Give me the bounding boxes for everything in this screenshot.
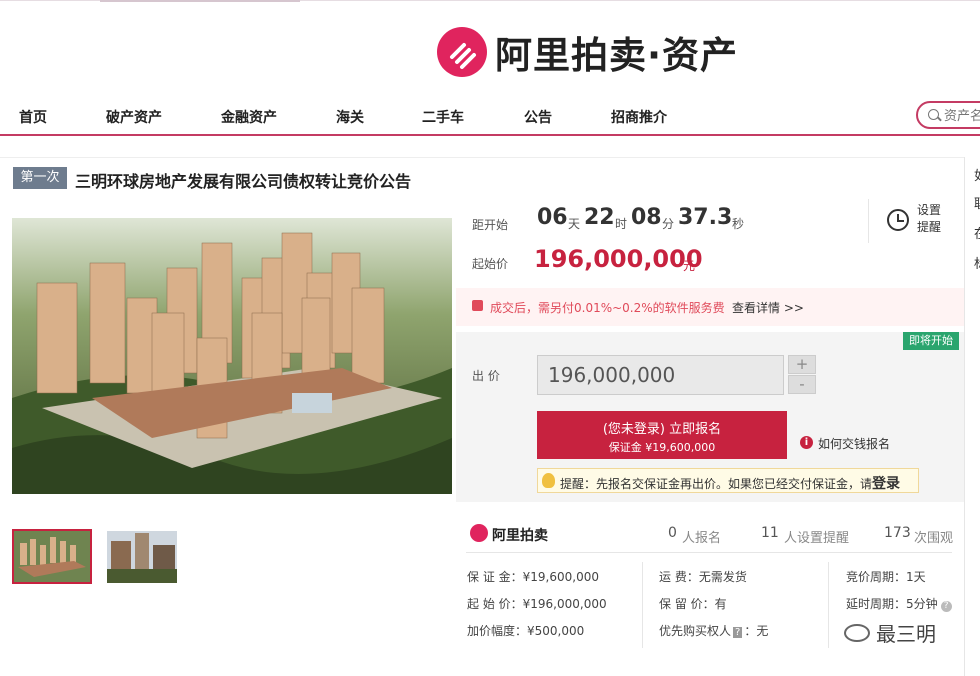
thumbnail-1[interactable] xyxy=(12,529,92,584)
priority-value: ：无 xyxy=(744,624,769,638)
alipai-logo-icon xyxy=(470,524,488,542)
countdown-minutes: 08 xyxy=(631,205,662,230)
deposit-label: 保证金 ¥19,600,000 xyxy=(608,441,716,454)
search-box[interactable] xyxy=(916,101,980,129)
countdown-days-unit: 天 xyxy=(568,217,581,231)
lightbulb-icon xyxy=(542,473,555,488)
countdown-hours: 22 xyxy=(584,205,615,230)
reminder-label: 设置提醒 xyxy=(917,203,942,234)
fee-notice: 成交后，需另付0.01%~0.2%的软件服务费 xyxy=(490,301,725,315)
search-icon xyxy=(928,109,939,120)
side-text: 在 xyxy=(974,223,980,242)
top-line xyxy=(0,0,980,2)
side-text: 如 xyxy=(974,165,980,184)
nav-customs[interactable]: 海关 xyxy=(336,107,364,127)
side-text: 标 xyxy=(974,253,980,272)
help-icon[interactable]: ? xyxy=(940,601,952,612)
countdown-seconds-unit: 秒 xyxy=(732,217,745,231)
signup-count: 0 xyxy=(668,525,677,541)
nav-financial[interactable]: 金融资产 xyxy=(221,107,277,127)
alipai-brand: 阿里拍卖 xyxy=(492,528,548,544)
status-badge: 即将开始 xyxy=(903,332,959,350)
login-link[interactable]: 登录 xyxy=(872,476,900,492)
right-sidebar: 如 联 在 标 xyxy=(964,157,980,676)
nav-home[interactable]: 首页 xyxy=(19,107,47,127)
round-badge: 第一次 xyxy=(13,167,67,189)
wechat-icon xyxy=(844,623,870,642)
column-divider xyxy=(642,562,643,648)
detail-priority: 优先购买权人? ：无 xyxy=(659,622,768,639)
countdown-minutes-unit: 分 xyxy=(662,217,675,231)
stats-divider xyxy=(466,552,952,553)
countdown-seconds: 37.3 xyxy=(678,205,733,230)
priority-label: 优先购买权人 xyxy=(659,624,732,638)
countdown-days: 06 xyxy=(537,205,568,230)
detail-increment: 加价幅度：¥500,000 xyxy=(467,624,585,638)
watermark: 最三明 xyxy=(844,618,936,647)
search-input[interactable] xyxy=(944,107,980,125)
increase-button[interactable]: + xyxy=(788,355,816,374)
watermark-text: 最三明 xyxy=(876,622,936,646)
detail-cycle: 竞价周期：1天 xyxy=(846,570,926,584)
detail-extension: 延时周期：5分钟? xyxy=(846,595,952,612)
detail-deposit: 保 证 金：¥19,600,000 xyxy=(467,570,599,584)
alarm-clock-icon xyxy=(887,209,909,231)
how-to-pay-link[interactable]: 如何交钱报名 xyxy=(818,435,890,452)
detail-shipping: 运 费：无需发货 xyxy=(659,570,747,584)
bid-label: 出 价 xyxy=(472,369,500,383)
signup-button[interactable]: (您未登录) 立即报名 保证金 ¥19,600,000 xyxy=(537,411,787,459)
tip-text: 提醒：先报名交保证金再出价。如果您已经交付保证金，请 xyxy=(560,477,873,491)
info-icon: i xyxy=(800,436,813,449)
side-text: 联 xyxy=(974,193,980,212)
start-price: 196,000,000 xyxy=(534,245,703,273)
signup-count-label: 人报名 xyxy=(682,531,722,546)
priority-help-icon[interactable]: ? xyxy=(733,627,743,638)
price-unit: 元 xyxy=(683,259,696,273)
fee-notice-bar: 成交后，需另付0.01%~0.2%的软件服务费 查看详情 >> xyxy=(456,288,964,326)
brand-name: 阿里拍卖·资产 xyxy=(495,34,739,77)
decrease-button[interactable]: - xyxy=(788,375,816,394)
property-main-image[interactable] xyxy=(12,218,452,494)
nav-notices[interactable]: 公告 xyxy=(524,107,552,127)
nav-investment[interactable]: 招商推介 xyxy=(611,107,667,127)
reminder-count: 11 xyxy=(761,525,779,541)
nav-bankruptcy[interactable]: 破产资产 xyxy=(106,107,162,127)
auction-title: 三明环球房地产发展有限公司债权转让竞价公告 xyxy=(75,172,412,191)
site-logo[interactable]: 阿里拍卖·资产 xyxy=(437,26,738,78)
countdown-hours-unit: 时 xyxy=(615,217,628,231)
thumbnail-2[interactable] xyxy=(107,531,177,583)
nav-used-cars[interactable]: 二手车 xyxy=(422,107,464,127)
bid-input[interactable] xyxy=(537,355,784,395)
login-tip: 提醒：先报名交保证金再出价。如果您已经交付保证金，请登录 xyxy=(537,468,919,493)
gavel-logo-icon xyxy=(437,27,487,77)
extension-text: 延时周期：5分钟 xyxy=(846,597,938,611)
gift-icon xyxy=(472,300,483,311)
countdown-label: 距开始 xyxy=(472,218,509,232)
detail-start-price: 起 始 价：¥196,000,000 xyxy=(467,597,607,611)
reminder-count-label: 人设置提醒 xyxy=(784,531,850,546)
start-price-label: 起始价 xyxy=(472,257,509,271)
set-reminder[interactable]: 设置提醒 xyxy=(868,199,948,243)
fee-details-link[interactable]: 查看详情 >> xyxy=(732,299,804,316)
signup-label: (您未登录) 立即报名 xyxy=(602,422,722,437)
main-nav: 首页 破产资产 金融资产 海关 二手车 公告 招商推介 xyxy=(0,100,980,136)
detail-reserve: 保 留 价：有 xyxy=(659,597,727,611)
column-divider xyxy=(828,562,829,648)
view-count: 173 xyxy=(884,525,911,541)
view-count-label: 次围观 xyxy=(914,531,954,546)
